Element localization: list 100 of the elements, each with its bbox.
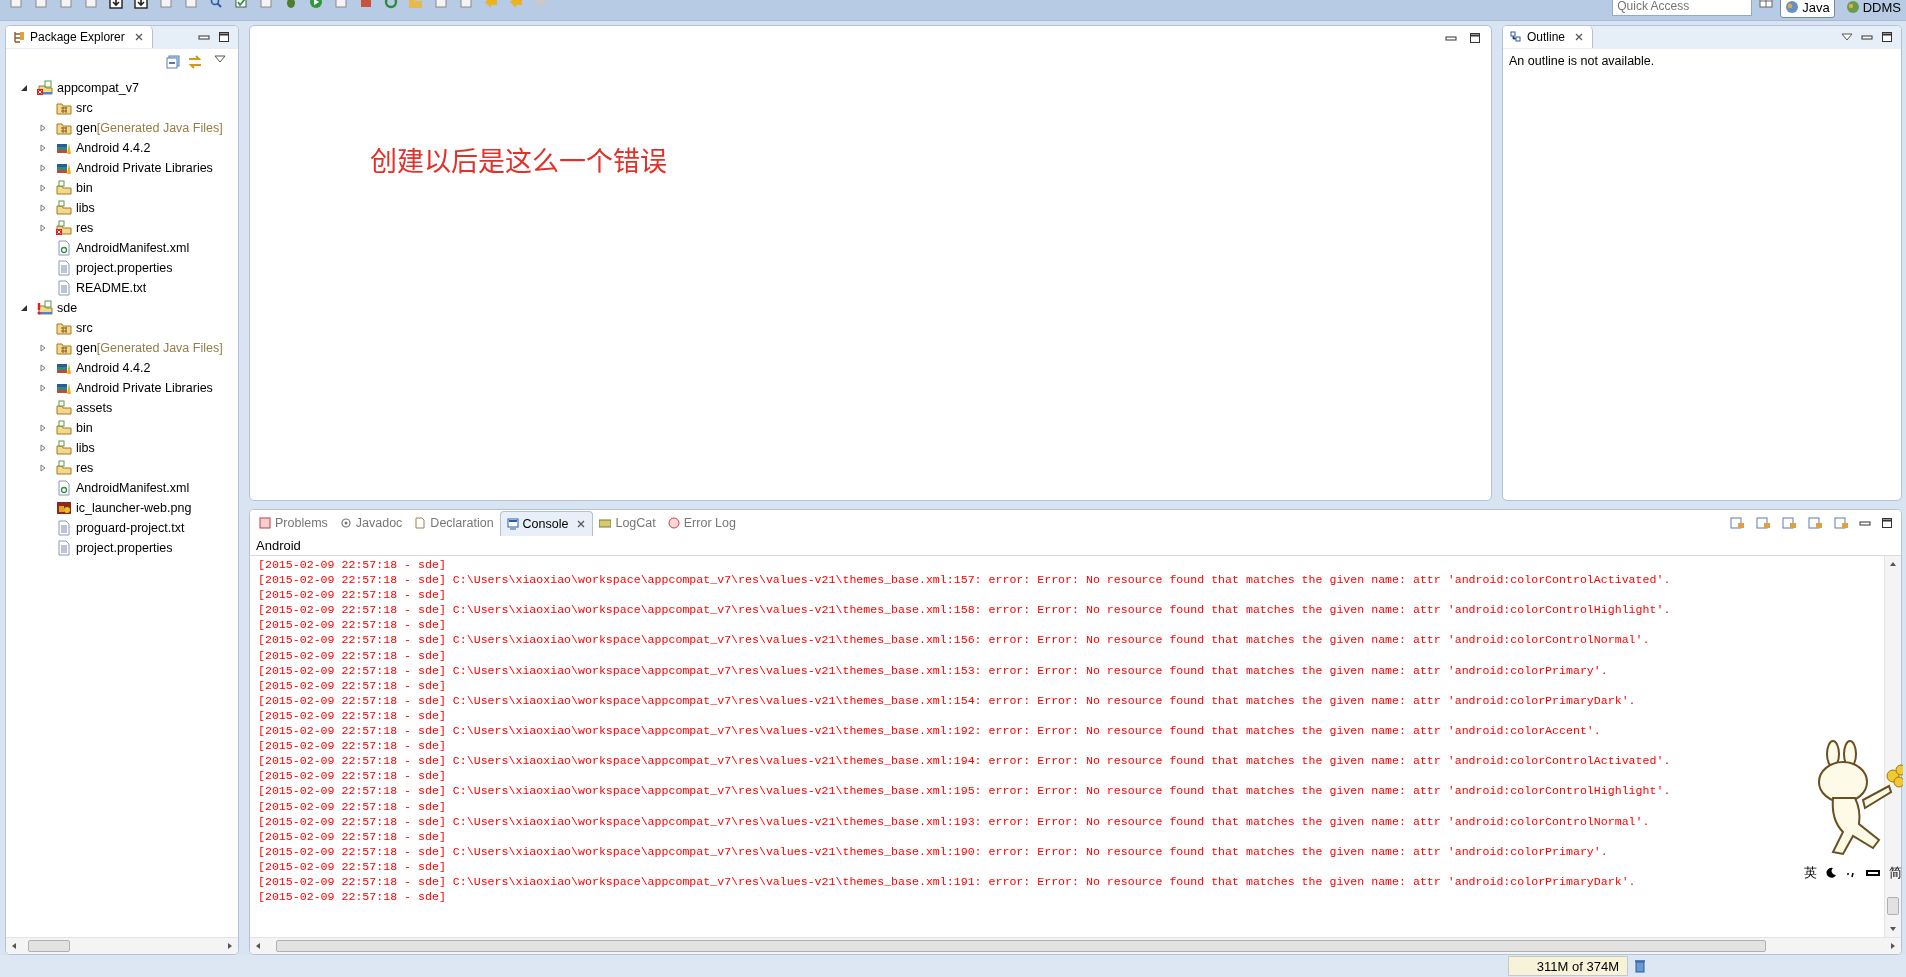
memory-indicator[interactable]: 311M of 374M xyxy=(1508,956,1628,976)
scrollbar-thumb[interactable] xyxy=(276,940,1766,952)
scroll-right-icon[interactable] xyxy=(1889,942,1897,950)
scroll-right-icon[interactable] xyxy=(226,942,234,950)
run-icon[interactable] xyxy=(308,0,324,9)
view-tab[interactable]: Error Log xyxy=(661,511,742,535)
scroll-left-icon[interactable] xyxy=(10,942,18,950)
collapse-arrow-icon[interactable] xyxy=(20,84,28,92)
console-line: [2015-02-09 22:57:18 - sde] xyxy=(258,557,446,573)
scroll-up-icon[interactable] xyxy=(1889,560,1897,568)
view-tab[interactable]: LogCat xyxy=(593,511,662,535)
expand-arrow-icon[interactable] xyxy=(39,144,47,152)
perspective-button[interactable]: DDMS xyxy=(1840,0,1906,18)
scrollbar-thumb[interactable] xyxy=(1887,897,1899,915)
console-line: [2015-02-09 22:57:18 - sde] C:\Users\xiaoxiao\workspace\appcompat_v7\res\values-v21\themes_base.xml:193: error: Error: No resource found that matches the given name: attr 'android:colorControlNormal'. xyxy=(258,813,1650,829)
ime-mode[interactable]: 简 xyxy=(1889,864,1902,882)
search-icon[interactable] xyxy=(208,0,224,9)
console-line: [2015-02-09 22:57:18 - sde] C:\Users\xiaoxiao\workspace\appcompat_v7\res\values-v21\themes_base.xml:154: error: Error: No resource found that matches the given name: attr 'android:colorPrimaryDark'. xyxy=(258,692,1636,708)
tree-item[interactable]: AndroidManifest.xml xyxy=(76,481,190,495)
tree-item[interactable]: src xyxy=(76,321,93,335)
expand-arrow-icon[interactable] xyxy=(39,464,47,472)
tree-item[interactable]: appcompat_v7 xyxy=(57,81,139,95)
tree-item[interactable]: assets xyxy=(76,401,113,415)
view-tab[interactable]: Console xyxy=(499,510,594,536)
view-tab[interactable]: Javadoc xyxy=(333,511,409,535)
outline-message: An outline is not available. xyxy=(1508,53,1656,70)
expand-arrow-icon[interactable] xyxy=(39,364,47,372)
scroll-down-icon[interactable] xyxy=(1889,925,1897,933)
image-file-icon xyxy=(56,500,72,516)
package-explorer-tab[interactable]: Package Explorer xyxy=(6,26,153,48)
tree-item[interactable]: Android Private Libraries xyxy=(76,161,213,175)
tab-title: Package Explorer xyxy=(30,30,125,44)
expand-arrow-icon[interactable] xyxy=(39,424,47,432)
expand-arrow-icon[interactable] xyxy=(39,124,47,132)
download-icon[interactable] xyxy=(133,0,149,9)
console-line: [2015-02-09 22:57:18 - sde] xyxy=(258,647,446,663)
tree-item[interactable]: Android 4.4.2 xyxy=(76,361,151,375)
expand-arrow-icon[interactable] xyxy=(39,224,47,232)
console-line: [2015-02-09 22:57:18 - sde] xyxy=(258,707,446,724)
expand-arrow-icon[interactable] xyxy=(39,184,47,192)
tree-item[interactable]: ic_launcher-web.png xyxy=(76,501,192,515)
quick-access-field[interactable]: Quick Access xyxy=(1612,0,1753,16)
expand-arrow-icon[interactable] xyxy=(39,204,47,212)
close-icon[interactable] xyxy=(133,32,144,42)
view-menu-icon[interactable] xyxy=(214,55,226,63)
console-line: [2015-02-09 22:57:18 - sde] xyxy=(258,858,446,874)
tree-item[interactable]: libs xyxy=(76,441,95,455)
outline-tab[interactable]: Outline xyxy=(1503,26,1594,48)
tree-item[interactable]: res xyxy=(76,461,94,475)
tree-item[interactable]: project.properties xyxy=(76,261,173,275)
tree-item[interactable]: AndroidManifest.xml xyxy=(76,241,190,255)
scrollbar-thumb[interactable] xyxy=(28,940,70,952)
tree-item[interactable]: Android Private Libraries xyxy=(76,381,213,395)
tree-item[interactable]: bin xyxy=(76,421,93,435)
tree-item[interactable]: README.txt xyxy=(76,281,147,295)
ime-mode[interactable]: 英 xyxy=(1804,864,1817,882)
checkbox-icon[interactable] xyxy=(233,0,249,9)
refresh-icon[interactable] xyxy=(383,0,399,9)
maximize-icon[interactable] xyxy=(1881,31,1893,43)
close-icon[interactable] xyxy=(576,518,587,529)
view-tab[interactable]: Problems xyxy=(253,511,334,535)
tree-item[interactable]: src xyxy=(76,101,93,115)
console-line: [2015-02-09 22:57:18 - sde] C:\Users\xiaoxiao\workspace\appcompat_v7\res\values-v21\themes_base.xml:156: error: Error: No resource found that matches the given name: attr 'android:colorControlNormal'. xyxy=(258,632,1650,648)
tree-item[interactable]: project.properties xyxy=(76,541,173,555)
new-file-icon[interactable] xyxy=(8,0,24,9)
perspective-button[interactable]: Java xyxy=(1780,0,1835,18)
open-perspective-icon[interactable] xyxy=(1758,0,1775,8)
upload-icon[interactable] xyxy=(108,0,124,9)
link-arrows-icon[interactable] xyxy=(188,55,202,69)
console-line: [2015-02-09 22:57:18 - sde] xyxy=(258,677,446,693)
collapse-arrow-icon[interactable] xyxy=(20,304,28,312)
console-line: [2015-02-09 22:57:18 - sde] C:\Users\xiaoxiao\workspace\appcompat_v7\res\values-v21\themes_base.xml:157: error: Error: No resource found that matches the given name: attr 'android:colorControlActivated'. xyxy=(258,572,1671,588)
tree-item[interactable]: libs xyxy=(76,201,95,215)
expand-arrow-icon[interactable] xyxy=(39,384,47,392)
scroll-left-icon[interactable] xyxy=(254,942,262,950)
tree-item[interactable]: proguard-project.txt xyxy=(76,521,185,535)
tree-item[interactable]: res xyxy=(76,221,94,235)
moon-icon[interactable] xyxy=(1825,867,1837,879)
document-icon[interactable] xyxy=(458,0,474,9)
tree-item[interactable]: Android 4.4.2 xyxy=(76,141,151,155)
maximize-icon[interactable] xyxy=(218,31,230,43)
keyboard-icon[interactable] xyxy=(1865,867,1881,879)
expand-arrow-icon[interactable] xyxy=(39,344,47,352)
view-tab[interactable]: Declaration xyxy=(408,511,500,535)
text-file-icon xyxy=(56,520,72,536)
collapse-all-icon[interactable] xyxy=(166,55,180,69)
text-file-icon xyxy=(56,540,72,556)
expand-arrow-icon[interactable] xyxy=(39,164,47,172)
maximize-icon[interactable] xyxy=(1469,32,1481,44)
expand-arrow-icon[interactable] xyxy=(39,444,47,452)
tree-item[interactable]: gen[Generated Java Files] xyxy=(76,121,223,135)
trash-icon[interactable] xyxy=(1634,959,1646,973)
text-file-icon xyxy=(56,280,72,296)
maximize-icon[interactable] xyxy=(1881,517,1893,529)
console-line: [2015-02-09 22:57:18 - sde] C:\Users\xiaoxiao\workspace\appcompat_v7\res\values-v21\themes_base.xml:194: error: Error: No resource found that matches the given name: attr 'android:colorControlActivated'. xyxy=(258,753,1671,769)
close-icon[interactable] xyxy=(1574,32,1585,42)
tree-item[interactable]: bin xyxy=(76,181,93,195)
view-menu-icon[interactable] xyxy=(1841,31,1853,43)
tree-item[interactable]: sde xyxy=(57,301,78,315)
tree-item[interactable]: gen[Generated Java Files] xyxy=(76,341,223,355)
